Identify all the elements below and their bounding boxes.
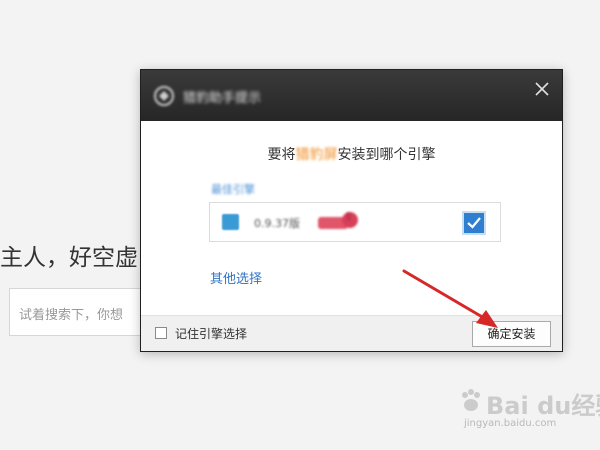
remember-label: 记住引擎选择 — [175, 327, 248, 341]
close-icon[interactable] — [532, 79, 552, 99]
background-greeting: 主人，好空虚 — [0, 245, 138, 271]
remember-checkbox[interactable] — [155, 327, 167, 339]
app-logo-icon — [154, 86, 174, 106]
watermark: Bai du经验 jingyan.baidu.com — [458, 382, 600, 438]
dialog-titlebar: 猎豹助手提示 — [141, 70, 562, 121]
dialog-title: 猎豹助手提示 — [183, 91, 262, 106]
recommend-label: 最佳引擎 — [211, 183, 255, 196]
confirm-install-button[interactable]: 确定安装 — [472, 321, 551, 347]
question-prefix: 要将 — [267, 147, 296, 163]
paw-logo-icon — [462, 389, 480, 411]
checkbox-checked-icon[interactable] — [462, 211, 486, 235]
background-search-input[interactable]: 试着搜索下，你想 — [9, 288, 159, 336]
watermark-brand: Bai du经验 — [486, 392, 600, 420]
watermark-url: jingyan.baidu.com — [464, 418, 557, 429]
question-highlight: 猎豹屏 — [295, 147, 338, 163]
install-question: 要将猎豹屏安装到哪个引擎 — [141, 144, 562, 164]
engine-install-dialog: 猎豹助手提示 要将猎豹屏安装到哪个引擎 最佳引擎 0.9.37版 其他选择 记住… — [140, 69, 563, 352]
engine-icon — [222, 214, 239, 230]
thumbs-up-badge-icon — [318, 212, 358, 229]
engine-option[interactable]: 0.9.37版 — [209, 202, 501, 242]
engine-version: 0.9.37版 — [254, 217, 300, 230]
dialog-footer: 记住引擎选择 确定安装 — [141, 315, 562, 351]
other-options-link[interactable]: 其他选择 — [210, 268, 262, 287]
question-suffix: 安装到哪个引擎 — [337, 147, 436, 163]
